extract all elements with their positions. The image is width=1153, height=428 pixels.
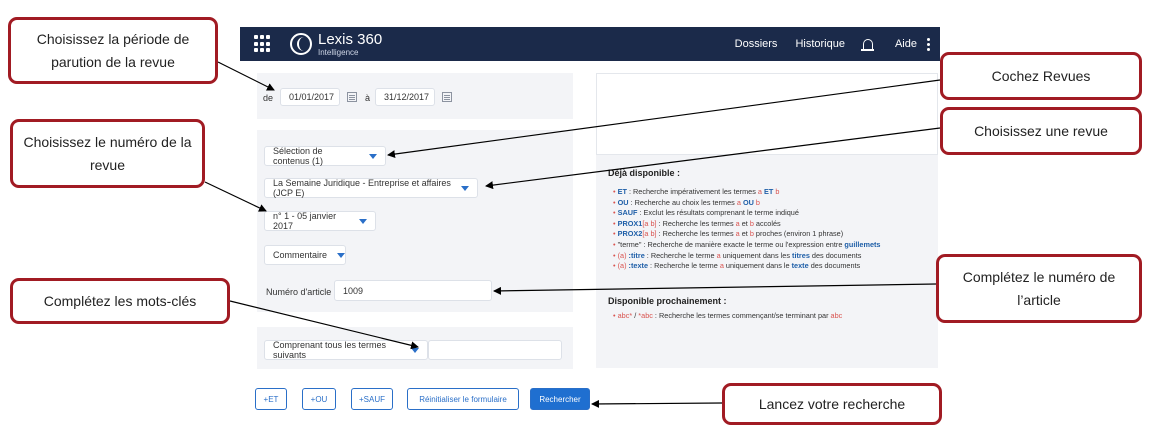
arrow-numero bbox=[204, 181, 267, 212]
callout-numero: Choisissez le numéro de la revue bbox=[10, 119, 205, 188]
callout-lancez: Lancez votre recherche bbox=[722, 383, 942, 425]
tutorial-screenshot: Lexis 360 Intelligence Dossiers Historiq… bbox=[0, 0, 1153, 428]
arrow-mots-cles bbox=[229, 300, 419, 350]
arrow-periode bbox=[217, 61, 275, 91]
arrow-revue bbox=[485, 127, 941, 190]
callout-periode: Choisissez la période de parution de la … bbox=[8, 17, 218, 84]
arrow-lancez bbox=[591, 399, 723, 408]
callout-revue: Choisissez une revue bbox=[940, 107, 1142, 155]
callout-article: Complétez le numéro de l’article bbox=[936, 254, 1142, 323]
callout-revues: Cochez Revues bbox=[940, 52, 1142, 100]
arrow-article bbox=[493, 283, 937, 295]
arrow-revues bbox=[387, 79, 941, 159]
callout-mots-cles: Complétez les mots-clés bbox=[10, 278, 230, 324]
